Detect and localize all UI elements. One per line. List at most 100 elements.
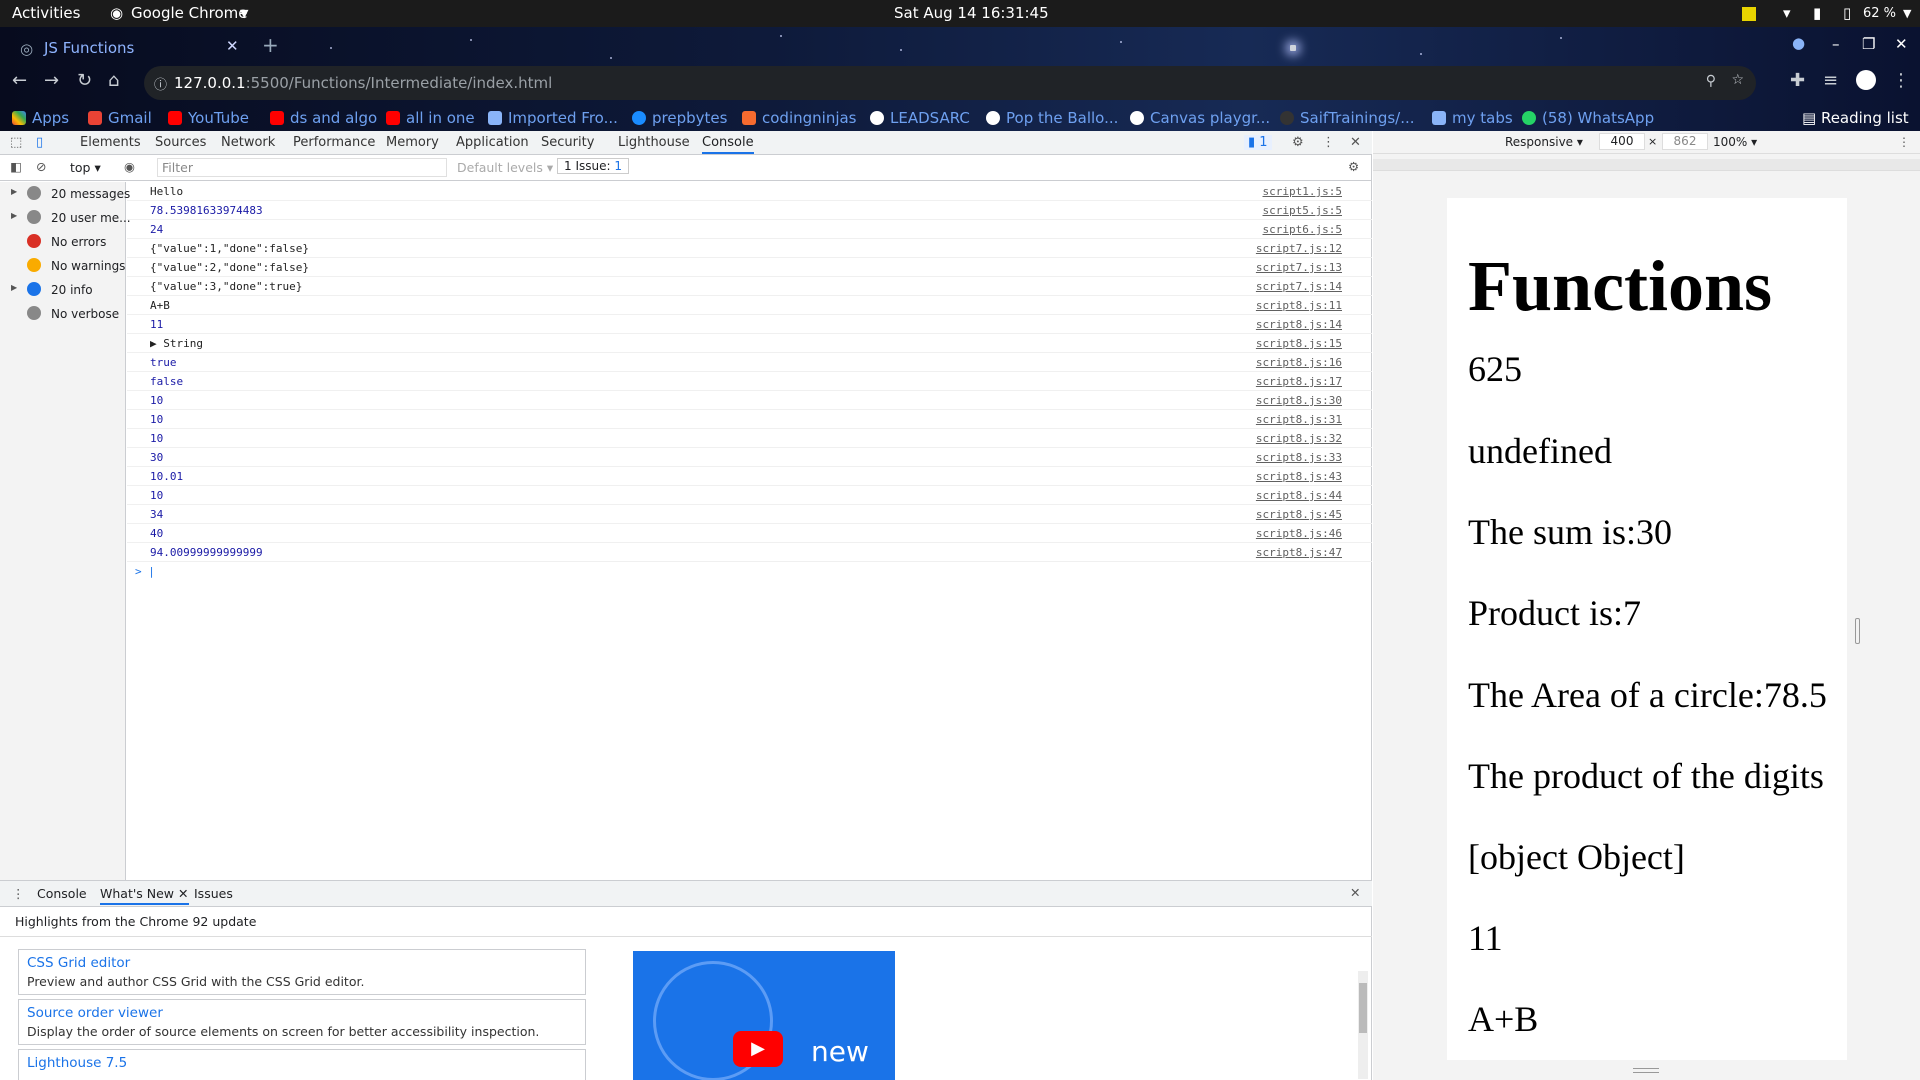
log-levels-dropdown[interactable]: Default levels ▾	[457, 160, 553, 175]
drawer-tab-console[interactable]: Console	[37, 886, 87, 901]
bookmark-saiftrainings[interactable]: SaifTrainings/...	[1280, 109, 1415, 127]
width-input[interactable]: 400	[1599, 133, 1645, 150]
bookmark-ds-algo[interactable]: ds and algo	[270, 109, 377, 127]
source-link[interactable]: script8.js:11	[1256, 299, 1342, 312]
source-link[interactable]: script8.js:44	[1256, 489, 1342, 502]
close-devtools-icon[interactable]: ✕	[1350, 135, 1361, 150]
reading-list-button[interactable]: ▤ Reading list	[1802, 109, 1909, 127]
clear-console-icon[interactable]: ⊘	[36, 159, 46, 174]
site-info-icon[interactable]: ⓘ	[154, 74, 167, 93]
issues-badge[interactable]: ▮ 1	[1244, 135, 1272, 150]
forward-icon[interactable]: →	[44, 70, 59, 91]
device-more-icon[interactable]: ⋮	[1898, 135, 1910, 149]
expand-arrow-icon[interactable]: ▶	[11, 211, 17, 220]
source-link[interactable]: script8.js:14	[1256, 318, 1342, 331]
app-menu[interactable]: Google Chrome	[131, 4, 248, 22]
drawer-menu-icon[interactable]: ⋮	[12, 886, 25, 901]
source-link[interactable]: script8.js:17	[1256, 375, 1342, 388]
source-link[interactable]: script8.js:46	[1256, 527, 1342, 540]
console-settings-icon[interactable]: ⚙	[1348, 159, 1359, 174]
media-query-bar[interactable]	[1373, 159, 1920, 171]
bookmark-prepbytes[interactable]: prepbytes	[632, 109, 727, 127]
url-text[interactable]: 127.0.0.1:5500/Functions/Intermediate/in…	[174, 74, 552, 92]
notes-icon[interactable]	[1742, 7, 1756, 21]
source-link[interactable]: script7.js:12	[1256, 242, 1342, 255]
tab-elements[interactable]: Elements	[80, 135, 141, 150]
source-link[interactable]: script5.js:5	[1263, 204, 1342, 217]
bookmark-my-tabs[interactable]: my tabs	[1432, 109, 1513, 127]
bookmark-codingninjas[interactable]: codingninjas	[742, 109, 857, 127]
tab-lighthouse[interactable]: Lighthouse	[618, 135, 690, 150]
menu-icon[interactable]: ⋮	[1892, 70, 1910, 91]
tab-search-icon[interactable]: ●	[1792, 34, 1805, 52]
zoom-icon[interactable]: ⚲	[1706, 73, 1716, 89]
bookmark-all-in-one[interactable]: all in one	[386, 109, 475, 127]
source-link[interactable]: script8.js:15	[1256, 337, 1342, 350]
bookmark-whatsapp[interactable]: (58) WhatsApp	[1522, 109, 1654, 127]
sidebar-filter-item[interactable]: No warnings	[0, 254, 126, 278]
tab-security[interactable]: Security	[541, 135, 594, 150]
minimize-button[interactable]: –	[1832, 35, 1840, 53]
source-link[interactable]: script8.js:31	[1256, 413, 1342, 426]
drawer-scrollbar[interactable]	[1358, 971, 1368, 1079]
sidebar-filter-item[interactable]: ▶ 20 info	[0, 278, 126, 302]
activities-button[interactable]: Activities	[12, 4, 80, 22]
bookmark-pop-balloon[interactable]: Pop the Ballo...	[986, 109, 1118, 127]
inspect-element-icon[interactable]: ⬚	[10, 135, 22, 150]
media-icon[interactable]: ≡	[1823, 70, 1838, 91]
tab-console[interactable]: Console	[702, 135, 754, 154]
expand-arrow-icon[interactable]: ▶	[11, 283, 17, 292]
zoom-dropdown[interactable]: 100% ▾	[1713, 135, 1757, 149]
close-drawer-icon[interactable]: ✕	[1350, 885, 1360, 900]
issues-button[interactable]: 1 Issue: 1	[557, 158, 629, 174]
drawer-tab-issues[interactable]: Issues	[194, 886, 233, 901]
tab-application[interactable]: Application	[456, 135, 529, 150]
play-icon[interactable]: ▶	[733, 1031, 783, 1067]
source-link[interactable]: script8.js:33	[1256, 451, 1342, 464]
system-menu-arrow-icon[interactable]: ▼	[1903, 7, 1911, 20]
source-link[interactable]: script6.js:5	[1263, 223, 1342, 236]
sidebar-filter-item[interactable]: ▶ 20 user me...	[0, 206, 131, 230]
sidebar-filter-item[interactable]: No verbose	[0, 302, 126, 326]
whats-new-card[interactable]: Lighthouse 7.5	[18, 1049, 586, 1080]
source-link[interactable]: script7.js:14	[1256, 280, 1342, 293]
bookmark-star-icon[interactable]: ☆	[1731, 72, 1744, 88]
more-options-icon[interactable]: ⋮	[1322, 135, 1335, 150]
reload-icon[interactable]: ↻	[77, 70, 92, 91]
source-link[interactable]: script1.js:5	[1263, 185, 1342, 198]
tab-network[interactable]: Network	[221, 135, 275, 150]
bookmark-leadsarc[interactable]: LEADSARC	[870, 109, 970, 127]
context-selector[interactable]: top ▾	[70, 160, 101, 175]
tab-sources[interactable]: Sources	[155, 135, 206, 150]
whats-new-card[interactable]: CSS Grid editor Preview and author CSS Gr…	[18, 949, 586, 995]
settings-gear-icon[interactable]: ⚙	[1292, 135, 1304, 150]
clock[interactable]: Sat Aug 14 16:31:45	[894, 4, 1049, 22]
sidebar-toggle-icon[interactable]: ◧	[10, 159, 22, 174]
extensions-icon[interactable]: ✚	[1790, 70, 1805, 91]
source-link[interactable]: script8.js:43	[1256, 470, 1342, 483]
close-window-button[interactable]: ✕	[1895, 35, 1908, 53]
new-tab-button[interactable]: +	[262, 33, 279, 57]
bookmark-apps[interactable]: Apps	[12, 109, 69, 127]
filter-input[interactable]: Filter	[157, 158, 447, 177]
tab-memory[interactable]: Memory	[386, 135, 439, 150]
source-link[interactable]: script7.js:13	[1256, 261, 1342, 274]
profile-avatar[interactable]	[1856, 70, 1876, 90]
back-icon[interactable]: ←	[12, 70, 27, 91]
height-resize-handle[interactable]	[1633, 1068, 1659, 1073]
address-bar[interactable]: ⓘ 127.0.0.1:5500/Functions/Intermediate/…	[144, 66, 1756, 100]
sidebar-filter-item[interactable]: No errors	[0, 230, 126, 254]
expand-arrow-icon[interactable]: ▶	[11, 187, 17, 196]
drawer-tab-whats-new[interactable]: What's New ✕	[100, 886, 189, 905]
scroll-thumb[interactable]	[1359, 983, 1367, 1033]
home-icon[interactable]: ⌂	[108, 70, 119, 91]
source-link[interactable]: script8.js:45	[1256, 508, 1342, 521]
bookmark-canvas[interactable]: Canvas playgr...	[1130, 109, 1270, 127]
source-link[interactable]: script8.js:32	[1256, 432, 1342, 445]
source-link[interactable]: script8.js:30	[1256, 394, 1342, 407]
bookmark-youtube[interactable]: YouTube	[168, 109, 249, 127]
bookmark-gmail[interactable]: Gmail	[88, 109, 152, 127]
source-link[interactable]: script8.js:47	[1256, 546, 1342, 559]
whats-new-card[interactable]: Source order viewer Display the order of …	[18, 999, 586, 1045]
video-thumbnail[interactable]: ▶ new	[633, 951, 895, 1080]
